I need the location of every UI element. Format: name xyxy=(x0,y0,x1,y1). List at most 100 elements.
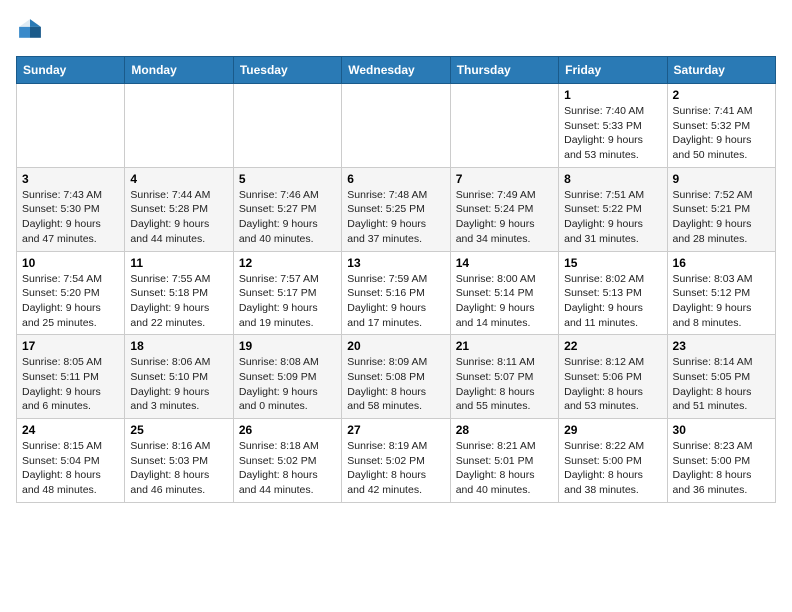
calendar-cell: 18 Sunrise: 8:06 AMSunset: 5:10 PMDayligh… xyxy=(125,335,233,419)
day-number: 4 xyxy=(130,172,227,186)
day-info: Sunrise: 8:02 AMSunset: 5:13 PMDaylight:… xyxy=(564,272,661,331)
day-info: Sunrise: 7:51 AMSunset: 5:22 PMDaylight:… xyxy=(564,188,661,247)
day-info: Sunrise: 7:49 AMSunset: 5:24 PMDaylight:… xyxy=(456,188,553,247)
day-info: Sunrise: 8:00 AMSunset: 5:14 PMDaylight:… xyxy=(456,272,553,331)
day-info: Sunrise: 7:43 AMSunset: 5:30 PMDaylight:… xyxy=(22,188,119,247)
calendar-week-row: 17Sunrise: 8:05 AMSunset: 5:11 PMDayligh… xyxy=(17,335,776,419)
calendar-cell: 23 Sunrise: 8:14 AMSunset: 5:05 PMDayligh… xyxy=(667,335,775,419)
day-number: 1 xyxy=(564,88,661,102)
day-info: Sunrise: 8:22 AMSunset: 5:00 PMDaylight:… xyxy=(564,439,661,498)
day-number: 26 xyxy=(239,423,336,437)
day-info: Sunrise: 8:23 AMSunset: 5:00 PMDaylight:… xyxy=(673,439,770,498)
day-info: Sunrise: 7:55 AMSunset: 5:18 PMDaylight:… xyxy=(130,272,227,331)
day-header-tuesday: Tuesday xyxy=(233,57,341,84)
day-info: Sunrise: 8:12 AMSunset: 5:06 PMDaylight:… xyxy=(564,355,661,414)
day-number: 10 xyxy=(22,256,119,270)
page-header xyxy=(16,16,776,44)
calendar-cell xyxy=(233,84,341,168)
day-info: Sunrise: 7:44 AMSunset: 5:28 PMDaylight:… xyxy=(130,188,227,247)
day-number: 2 xyxy=(673,88,770,102)
day-info: Sunrise: 8:14 AMSunset: 5:05 PMDaylight:… xyxy=(673,355,770,414)
calendar-cell: 12 Sunrise: 7:57 AMSunset: 5:17 PMDayligh… xyxy=(233,251,341,335)
calendar-cell: 13 Sunrise: 7:59 AMSunset: 5:16 PMDayligh… xyxy=(342,251,450,335)
calendar-cell: 14 Sunrise: 8:00 AMSunset: 5:14 PMDayligh… xyxy=(450,251,558,335)
day-number: 14 xyxy=(456,256,553,270)
day-number: 29 xyxy=(564,423,661,437)
day-header-monday: Monday xyxy=(125,57,233,84)
day-header-wednesday: Wednesday xyxy=(342,57,450,84)
calendar-cell: 22 Sunrise: 8:12 AMSunset: 5:06 PMDayligh… xyxy=(559,335,667,419)
day-header-thursday: Thursday xyxy=(450,57,558,84)
calendar-week-row: 10 Sunrise: 7:54 AMSunset: 5:20 PMDayligh… xyxy=(17,251,776,335)
day-number: 22 xyxy=(564,339,661,353)
calendar-cell: 1 Sunrise: 7:40 AMSunset: 5:33 PMDaylight… xyxy=(559,84,667,168)
day-info: Sunrise: 7:54 AMSunset: 5:20 PMDaylight:… xyxy=(22,272,119,331)
calendar-cell: 21 Sunrise: 8:11 AMSunset: 5:07 PMDayligh… xyxy=(450,335,558,419)
day-number: 25 xyxy=(130,423,227,437)
calendar-cell: 28Sunrise: 8:21 AMSunset: 5:01 PMDayligh… xyxy=(450,419,558,503)
calendar-cell xyxy=(125,84,233,168)
calendar-cell: 6 Sunrise: 7:48 AMSunset: 5:25 PMDaylight… xyxy=(342,167,450,251)
day-info: Sunrise: 7:41 AMSunset: 5:32 PMDaylight:… xyxy=(673,104,770,163)
day-number: 17 xyxy=(22,339,119,353)
calendar-week-row: 24Sunrise: 8:15 AMSunset: 5:04 PMDayligh… xyxy=(17,419,776,503)
day-number: 5 xyxy=(239,172,336,186)
day-number: 12 xyxy=(239,256,336,270)
day-info: Sunrise: 8:15 AMSunset: 5:04 PMDaylight:… xyxy=(22,439,119,498)
day-number: 9 xyxy=(673,172,770,186)
logo-icon xyxy=(16,16,44,44)
day-info: Sunrise: 8:21 AMSunset: 5:01 PMDaylight:… xyxy=(456,439,553,498)
calendar-cell: 15Sunrise: 8:02 AMSunset: 5:13 PMDayligh… xyxy=(559,251,667,335)
calendar-week-row: 3 Sunrise: 7:43 AMSunset: 5:30 PMDaylight… xyxy=(17,167,776,251)
calendar-cell: 9 Sunrise: 7:52 AMSunset: 5:21 PMDaylight… xyxy=(667,167,775,251)
calendar-cell: 25Sunrise: 8:16 AMSunset: 5:03 PMDayligh… xyxy=(125,419,233,503)
day-header-sunday: Sunday xyxy=(17,57,125,84)
calendar-cell: 17Sunrise: 8:05 AMSunset: 5:11 PMDayligh… xyxy=(17,335,125,419)
day-number: 21 xyxy=(456,339,553,353)
calendar-cell: 10 Sunrise: 7:54 AMSunset: 5:20 PMDayligh… xyxy=(17,251,125,335)
day-number: 16 xyxy=(673,256,770,270)
calendar-cell: 19 Sunrise: 8:08 AMSunset: 5:09 PMDayligh… xyxy=(233,335,341,419)
day-number: 13 xyxy=(347,256,444,270)
calendar-cell: 26 Sunrise: 8:18 AMSunset: 5:02 PMDayligh… xyxy=(233,419,341,503)
day-info: Sunrise: 8:06 AMSunset: 5:10 PMDaylight:… xyxy=(130,355,227,414)
day-info: Sunrise: 7:52 AMSunset: 5:21 PMDaylight:… xyxy=(673,188,770,247)
calendar-cell xyxy=(342,84,450,168)
calendar-cell: 7 Sunrise: 7:49 AMSunset: 5:24 PMDaylight… xyxy=(450,167,558,251)
day-header-friday: Friday xyxy=(559,57,667,84)
day-number: 18 xyxy=(130,339,227,353)
day-number: 8 xyxy=(564,172,661,186)
day-info: Sunrise: 8:18 AMSunset: 5:02 PMDaylight:… xyxy=(239,439,336,498)
day-header-saturday: Saturday xyxy=(667,57,775,84)
day-info: Sunrise: 7:57 AMSunset: 5:17 PMDaylight:… xyxy=(239,272,336,331)
day-info: Sunrise: 8:11 AMSunset: 5:07 PMDaylight:… xyxy=(456,355,553,414)
logo xyxy=(16,16,48,44)
day-info: Sunrise: 8:08 AMSunset: 5:09 PMDaylight:… xyxy=(239,355,336,414)
calendar-cell: 29 Sunrise: 8:22 AMSunset: 5:00 PMDayligh… xyxy=(559,419,667,503)
day-number: 23 xyxy=(673,339,770,353)
day-number: 20 xyxy=(347,339,444,353)
calendar-cell xyxy=(450,84,558,168)
calendar-cell: 5 Sunrise: 7:46 AMSunset: 5:27 PMDaylight… xyxy=(233,167,341,251)
day-number: 27 xyxy=(347,423,444,437)
day-number: 30 xyxy=(673,423,770,437)
calendar-cell: 24Sunrise: 8:15 AMSunset: 5:04 PMDayligh… xyxy=(17,419,125,503)
day-info: Sunrise: 7:46 AMSunset: 5:27 PMDaylight:… xyxy=(239,188,336,247)
day-number: 3 xyxy=(22,172,119,186)
day-number: 6 xyxy=(347,172,444,186)
day-info: Sunrise: 7:48 AMSunset: 5:25 PMDaylight:… xyxy=(347,188,444,247)
calendar-cell: 3 Sunrise: 7:43 AMSunset: 5:30 PMDaylight… xyxy=(17,167,125,251)
day-info: Sunrise: 7:59 AMSunset: 5:16 PMDaylight:… xyxy=(347,272,444,331)
calendar-cell: 20 Sunrise: 8:09 AMSunset: 5:08 PMDayligh… xyxy=(342,335,450,419)
day-number: 11 xyxy=(130,256,227,270)
calendar-cell: 4 Sunrise: 7:44 AMSunset: 5:28 PMDaylight… xyxy=(125,167,233,251)
day-info: Sunrise: 7:40 AMSunset: 5:33 PMDaylight:… xyxy=(564,104,661,163)
day-info: Sunrise: 8:03 AMSunset: 5:12 PMDaylight:… xyxy=(673,272,770,331)
calendar-cell xyxy=(17,84,125,168)
calendar-table: SundayMondayTuesdayWednesdayThursdayFrid… xyxy=(16,56,776,503)
calendar-cell: 27Sunrise: 8:19 AMSunset: 5:02 PMDayligh… xyxy=(342,419,450,503)
calendar-cell: 11 Sunrise: 7:55 AMSunset: 5:18 PMDayligh… xyxy=(125,251,233,335)
day-number: 7 xyxy=(456,172,553,186)
day-info: Sunrise: 8:09 AMSunset: 5:08 PMDaylight:… xyxy=(347,355,444,414)
day-number: 19 xyxy=(239,339,336,353)
